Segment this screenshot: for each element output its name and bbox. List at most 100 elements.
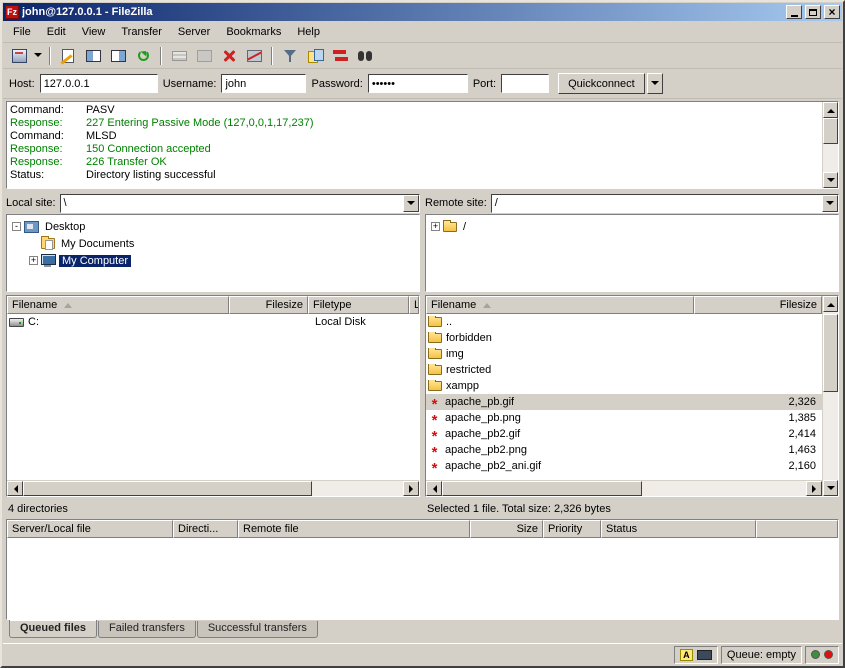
filter-button[interactable]	[278, 45, 302, 67]
file-type: Local Disk	[311, 316, 413, 328]
remote-file-row[interactable]: apache_pb2.gif2,414	[426, 426, 822, 442]
quickconnect-dropdown[interactable]	[647, 73, 663, 94]
site-manager-button[interactable]	[7, 45, 31, 67]
queue-body[interactable]	[7, 538, 838, 619]
scroll-track[interactable]	[23, 481, 403, 496]
menu-transfer[interactable]: Transfer	[113, 23, 170, 41]
scroll-left-button[interactable]	[7, 481, 23, 496]
tree-item-my-computer[interactable]: + My Computer	[24, 252, 419, 269]
tree-collapse-icon[interactable]: -	[12, 222, 21, 231]
menu-edit[interactable]: Edit	[39, 23, 74, 41]
tree-expand-icon[interactable]: +	[431, 222, 440, 231]
column-header-filename[interactable]: Filename	[426, 296, 694, 314]
toggle-message-log-button[interactable]	[56, 45, 80, 67]
quickconnect-bar: Host: Username: Password: Port: Quickcon…	[3, 69, 842, 99]
scroll-thumb[interactable]	[823, 314, 838, 392]
minimize-button[interactable]	[786, 5, 802, 19]
column-header-last-modified[interactable]: L	[409, 296, 419, 314]
scroll-track[interactable]	[442, 481, 806, 496]
abort-button[interactable]	[192, 45, 216, 67]
tab-queued-files[interactable]: Queued files	[9, 620, 97, 638]
remote-horizontal-scrollbar[interactable]	[426, 480, 822, 496]
cancel-button[interactable]	[217, 45, 241, 67]
remote-file-row-selected[interactable]: apache_pb.gif2,326	[426, 394, 822, 410]
password-input[interactable]	[368, 74, 468, 93]
toggle-remote-tree-button[interactable]	[106, 45, 130, 67]
scroll-up-button[interactable]	[823, 102, 838, 118]
scroll-right-button[interactable]	[806, 481, 822, 496]
scroll-right-button[interactable]	[403, 481, 419, 496]
encryption-icon	[697, 650, 712, 660]
menu-help[interactable]: Help	[289, 23, 328, 41]
remote-file-row[interactable]: img	[426, 346, 822, 362]
tree-expand-icon[interactable]: +	[29, 256, 38, 265]
compare-button[interactable]	[303, 45, 327, 67]
site-manager-dropdown[interactable]	[32, 45, 44, 67]
maximize-button[interactable]	[805, 5, 821, 19]
scroll-down-button[interactable]	[823, 480, 838, 496]
scroll-thumb[interactable]	[823, 118, 838, 144]
disconnect-button[interactable]	[242, 45, 266, 67]
title-bar[interactable]: john@127.0.0.1 - FileZilla	[3, 3, 842, 21]
column-header-priority[interactable]: Priority	[543, 520, 601, 538]
tab-successful-transfers[interactable]: Successful transfers	[197, 621, 318, 638]
log-line: Response:150 Connection accepted	[10, 143, 819, 156]
scroll-thumb[interactable]	[23, 481, 312, 496]
toggle-local-tree-button[interactable]	[81, 45, 105, 67]
tab-failed-transfers[interactable]: Failed transfers	[98, 621, 196, 638]
remote-file-row[interactable]: restricted	[426, 362, 822, 378]
remote-list-body: .. forbidden img restricted xampp apache…	[426, 314, 822, 480]
local-file-list: Filename Filesize Filetype L C: Local Di…	[6, 295, 420, 497]
scroll-down-button[interactable]	[823, 172, 838, 188]
refresh-button[interactable]	[131, 45, 155, 67]
column-header-status[interactable]: Status	[601, 520, 756, 538]
remote-site-combo[interactable]: /	[491, 194, 839, 213]
column-label: Priority	[548, 523, 582, 535]
remote-file-row[interactable]: xampp	[426, 378, 822, 394]
column-header-direction[interactable]: Directi...	[173, 520, 238, 538]
scroll-track[interactable]	[823, 118, 838, 172]
column-header-server-local-file[interactable]: Server/Local file	[7, 520, 173, 538]
quickconnect-button[interactable]: Quickconnect	[558, 73, 645, 94]
close-button[interactable]	[824, 5, 840, 19]
arrow-down-icon	[827, 486, 835, 494]
remote-file-row[interactable]: apache_pb2.png1,463	[426, 442, 822, 458]
find-button[interactable]	[353, 45, 377, 67]
column-header-filetype[interactable]: Filetype	[308, 296, 409, 314]
tree-item-my-documents[interactable]: My Documents	[24, 235, 419, 252]
column-header-size[interactable]: Size	[470, 520, 543, 538]
menu-server[interactable]: Server	[170, 23, 218, 41]
username-input[interactable]	[221, 74, 306, 93]
local-horizontal-scrollbar[interactable]	[7, 480, 419, 496]
scroll-thumb[interactable]	[442, 481, 642, 496]
combo-dropdown-button[interactable]	[403, 195, 419, 212]
file-name: ..	[446, 316, 452, 328]
menu-bookmarks[interactable]: Bookmarks	[218, 23, 289, 41]
transfer-type-icon: A	[680, 649, 693, 661]
remote-vertical-scrollbar[interactable]	[822, 296, 838, 496]
scroll-track[interactable]	[823, 312, 838, 480]
remote-file-row[interactable]: apache_pb2_ani.gif2,160	[426, 458, 822, 474]
tree-item-desktop[interactable]: - Desktop	[7, 218, 419, 235]
combo-dropdown-button[interactable]	[822, 195, 838, 212]
queue-tabs: Queued files Failed transfers Successful…	[6, 620, 839, 640]
remote-file-row[interactable]: apache_pb.png1,385	[426, 410, 822, 426]
menu-file[interactable]: File	[5, 23, 39, 41]
local-file-row[interactable]: C: Local Disk	[7, 314, 419, 330]
column-header-remote-file[interactable]: Remote file	[238, 520, 470, 538]
scroll-up-button[interactable]	[823, 296, 838, 312]
host-input[interactable]	[40, 74, 158, 93]
log-scrollbar[interactable]	[822, 102, 838, 188]
port-input[interactable]	[501, 74, 549, 93]
sync-browsing-button[interactable]	[328, 45, 352, 67]
column-header-filesize[interactable]: Filesize	[229, 296, 308, 314]
tree-item-root[interactable]: + /	[426, 218, 838, 235]
remote-file-row[interactable]: ..	[426, 314, 822, 330]
scroll-left-button[interactable]	[426, 481, 442, 496]
column-header-filename[interactable]: Filename	[7, 296, 229, 314]
local-site-combo[interactable]: \	[60, 194, 420, 213]
remote-file-row[interactable]: forbidden	[426, 330, 822, 346]
process-queue-button[interactable]	[167, 45, 191, 67]
column-header-filesize[interactable]: Filesize	[694, 296, 822, 314]
menu-view[interactable]: View	[74, 23, 114, 41]
